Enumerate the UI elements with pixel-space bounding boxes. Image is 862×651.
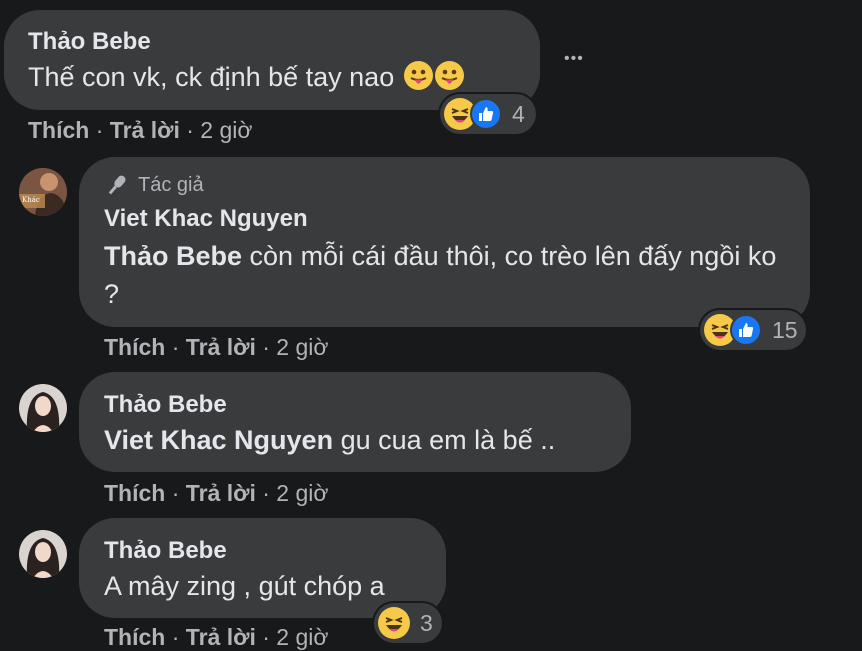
comment-author[interactable]: Thảo Bebe <box>104 537 227 565</box>
microphone-icon <box>104 172 130 198</box>
comment-author[interactable]: Thảo Bebe <box>28 28 151 56</box>
more-options-icon[interactable]: ••• <box>564 50 584 68</box>
reply-link[interactable]: Trả lời <box>186 334 256 360</box>
author-badge-label: Tác giả <box>138 173 204 196</box>
reaction-summary[interactable]: 15 <box>700 310 806 350</box>
comment-text: A mây zing , gút chóp a <box>104 571 385 601</box>
reaction-summary[interactable]: 3 <box>374 603 442 643</box>
comment-time[interactable]: 2 giờ <box>276 624 328 650</box>
author-badge: Tác giả <box>104 172 204 198</box>
comment-time[interactable]: 2 giờ <box>276 334 328 360</box>
comment-text: Viet Khac Nguyen gu cua em là bế .. <box>104 421 555 459</box>
comment-body: Thế con vk, ck định bế tay nao <box>28 62 395 92</box>
comment-body: gu cua em là bế .. <box>333 425 556 455</box>
like-link[interactable]: Thích <box>28 117 89 143</box>
comment-time[interactable]: 2 giờ <box>200 117 252 143</box>
comment-author[interactable]: Thảo Bebe <box>104 391 227 419</box>
reaction-count: 3 <box>420 609 433 636</box>
comment-actions: Thích · Trả lời · 2 giờ <box>28 117 253 143</box>
mention-link[interactable]: Viet Khac Nguyen <box>104 425 333 455</box>
reply-link[interactable]: Trả lời <box>186 624 256 650</box>
like-link[interactable]: Thích <box>104 480 165 506</box>
like-link[interactable]: Thích <box>104 334 165 360</box>
comment-actions: Thích · Trả lời · 2 giờ <box>104 334 329 360</box>
tongue-emoji-icon <box>434 61 464 90</box>
haha-reaction-icon <box>378 607 410 639</box>
comment-author[interactable]: Viet Khac Nguyen <box>104 205 308 233</box>
comment-text: Thảo Bebe còn mỗi cái đầu thôi, co trèo … <box>104 237 784 313</box>
mention-link[interactable]: Thảo Bebe <box>104 241 242 271</box>
avatar[interactable] <box>19 530 67 578</box>
reaction-count: 4 <box>512 100 525 127</box>
reply-link[interactable]: Trả lời <box>186 480 256 506</box>
tongue-emoji-icon <box>403 61 433 90</box>
reply-link[interactable]: Trả lời <box>110 117 180 143</box>
comment-time[interactable]: 2 giờ <box>276 480 328 506</box>
like-link[interactable]: Thích <box>104 624 165 650</box>
reaction-summary[interactable]: 4 <box>440 94 536 134</box>
like-reaction-icon <box>470 98 502 130</box>
avatar[interactable] <box>19 384 67 432</box>
comment-actions: Thích · Trả lời · 2 giờ <box>104 480 329 506</box>
svg-text:Khác: Khác <box>22 196 40 204</box>
reaction-count: 15 <box>772 316 798 343</box>
like-reaction-icon <box>730 314 762 346</box>
avatar[interactable]: Khác <box>19 168 67 216</box>
comment-text: Thế con vk, ck định bế tay nao <box>28 58 464 96</box>
